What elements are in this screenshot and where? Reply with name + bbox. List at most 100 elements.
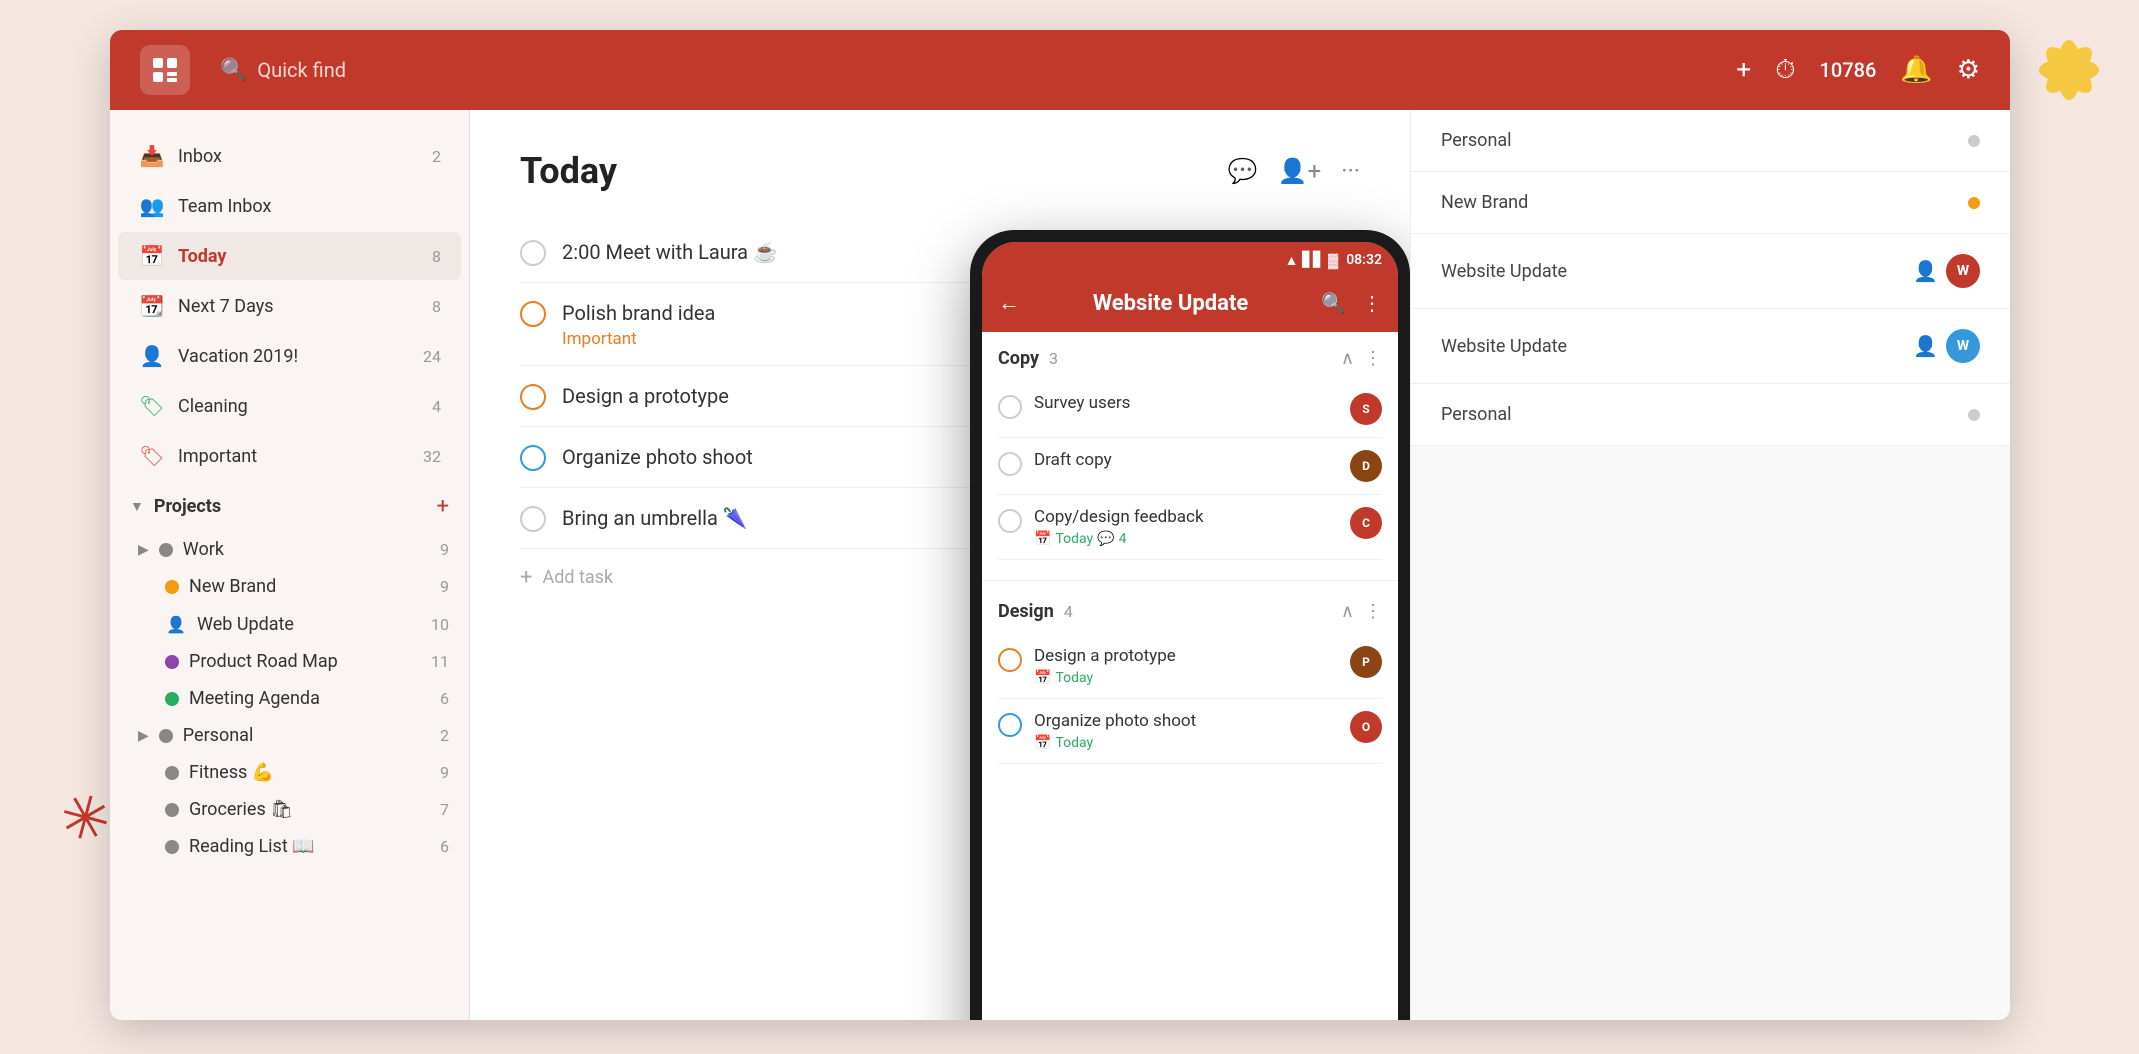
sidebar-group-personal[interactable]: ▶ Personal 2 [110,717,469,754]
phone-more-icon[interactable]: ⋮ [1362,291,1382,315]
phone-task-survey[interactable]: Survey users S [998,381,1382,438]
personal-badge-dot [1968,135,1980,147]
sidebar-count-inbox: 2 [432,147,441,166]
groceries-dot [165,803,179,817]
phone-task-name-draft: Draft copy [1034,450,1338,470]
add-person-icon[interactable]: 👤+ [1278,157,1322,185]
sidebar-item-meeting-agenda[interactable]: Meeting Agenda 6 [110,680,469,717]
task-circle-umbrella[interactable] [520,506,546,532]
phone-circle-photo-shoot[interactable] [998,713,1022,737]
sidebar-item-groceries[interactable]: Groceries 🛍 7 [110,791,469,828]
sidebar-item-important[interactable]: 🏷 Important 32 [118,432,461,480]
phone-avatar-photo-shoot: O [1350,711,1382,743]
sidebar-item-new-brand[interactable]: New Brand 9 [110,568,469,605]
sidebar-item-product-road-map[interactable]: Product Road Map 11 [110,643,469,680]
phone-circle-survey[interactable] [998,395,1022,419]
phone-task-feedback[interactable]: Copy/design feedback 📅 Today 💬 4 C [998,495,1382,560]
sidebar-item-vacation[interactable]: 👤 Vacation 2019! 24 [118,332,461,380]
phone-header: ← Website Update 🔍 ⋮ [982,278,1398,332]
sidebar-item-inbox[interactable]: 📥 Inbox 2 [118,132,461,180]
add-project-icon[interactable]: + [437,494,449,519]
design-collapse-icon[interactable]: ∧ [1341,601,1354,622]
prototype-today-label: Today [1055,670,1093,686]
sidebar-item-web-update[interactable]: 👤 Web Update 10 [110,605,469,643]
inbox-icon: 📥 [138,142,166,170]
right-row-website-update-2[interactable]: Website Update 👤 W [1411,309,2010,384]
sidebar-label-inbox: Inbox [178,146,420,167]
phone-avatar-prototype: P [1350,646,1382,678]
phone-task-draft[interactable]: Draft copy D [998,438,1382,495]
deco-flower [2009,10,2129,130]
copy-collapse-icon[interactable]: ∧ [1341,348,1354,369]
sidebar-item-today[interactable]: 📅 Today 8 [118,232,461,280]
right-panel: Personal New Brand Website Update 👤 W [1410,110,2010,1020]
phone-task-prototype[interactable]: Design a prototype 📅 Today P [998,634,1382,699]
sidebar-count-today: 8 [432,247,441,266]
task-circle-meet[interactable] [520,240,546,266]
groceries-label: Groceries 🛍 [189,799,430,820]
phone-circle-draft[interactable] [998,452,1022,476]
task-circle-design[interactable] [520,384,546,410]
copy-section-header: Copy 3 ∧ ⋮ [998,348,1382,369]
sidebar-item-next7[interactable]: 📆 Next 7 Days 8 [118,282,461,330]
task-circle-photo[interactable] [520,445,546,471]
settings-icon[interactable]: ⚙ [1957,55,1980,85]
work-expand-icon: ▶ [138,542,149,558]
vacation-icon: 👤 [138,342,166,370]
person-icon-2: 👤 [1913,334,1938,358]
phone-content: Copy 3 ∧ ⋮ Surve [982,332,1398,1020]
right-badge-website-2: 👤 W [1913,329,1980,363]
new-brand-label: New Brand [189,576,430,597]
phone-task-name-photo-shoot: Organize photo shoot [1034,711,1338,731]
reading-list-count: 6 [440,837,449,856]
phone-task-sub-photo-shoot: 📅 Today [1034,735,1338,751]
projects-section-header[interactable]: ▼ Projects + [110,482,469,531]
right-row-personal[interactable]: Personal [1411,110,2010,172]
sidebar-item-fitness[interactable]: Fitness 💪 9 [110,754,469,791]
phone-search-icon[interactable]: 🔍 [1321,291,1346,315]
phone-avatar-feedback: C [1350,507,1382,539]
important-icon: 🏷 [138,442,166,470]
design-section-actions: ∧ ⋮ [1341,601,1382,622]
task-circle-polish[interactable] [520,301,546,327]
web-update-label: Web Update [197,614,421,635]
phone-circle-prototype[interactable] [998,648,1022,672]
sidebar-label-vacation: Vacation 2019! [178,346,411,367]
sidebar-label-important: Important [178,446,411,467]
right-label-personal-2: Personal [1441,404,1512,425]
phone-back-button[interactable]: ← [998,290,1020,316]
copy-more-icon[interactable]: ⋮ [1364,348,1382,369]
sidebar-item-cleaning[interactable]: 🏷 Cleaning 4 [118,382,461,430]
timer-icon[interactable]: ⏱ [1775,55,1795,86]
comment-icon[interactable]: 💬 [1228,157,1258,185]
add-icon[interactable]: + [1736,55,1751,85]
phone-circle-feedback[interactable] [998,509,1022,533]
sidebar-item-team-inbox[interactable]: 👥 Team Inbox [118,182,461,230]
feedback-today-label: Today [1055,531,1093,547]
bell-icon[interactable]: 🔔 [1900,55,1932,85]
today-calendar-icon: 📅 [1034,531,1051,547]
phone-mockup: ▲ ▋▋ ▓ 08:32 ← Website Update 🔍 ⋮ [970,230,1410,1020]
sidebar-item-reading-list[interactable]: Reading List 📖 6 [110,828,469,865]
right-row-website-update-1[interactable]: Website Update 👤 W [1411,234,2010,309]
meeting-agenda-label: Meeting Agenda [189,688,430,709]
avatar-2: W [1946,329,1980,363]
more-icon[interactable]: ··· [1341,157,1360,185]
photo-today-label: Today [1055,735,1093,751]
app-logo[interactable] [140,45,190,95]
phone-task-photo-shoot[interactable]: Organize photo shoot 📅 Today O [998,699,1382,764]
groceries-count: 7 [440,800,449,819]
page-title: Today [520,150,617,192]
search-icon: 🔍 [220,58,247,83]
design-more-icon[interactable]: ⋮ [1364,601,1382,622]
feedback-comment-icon: 💬 [1097,531,1114,547]
sidebar-group-work[interactable]: ▶ Work 9 [110,531,469,568]
right-row-new-brand[interactable]: New Brand [1411,172,2010,234]
phone-task-name-prototype: Design a prototype [1034,646,1338,666]
search-placeholder: Quick find [257,58,346,82]
phone-signal-icons: ▲ ▋▋ ▓ [1285,252,1339,269]
right-row-personal-2[interactable]: Personal [1411,384,2010,446]
avatar-1: W [1946,254,1980,288]
meeting-agenda-dot [165,692,179,706]
search-bar[interactable]: 🔍 Quick find [220,58,1736,83]
